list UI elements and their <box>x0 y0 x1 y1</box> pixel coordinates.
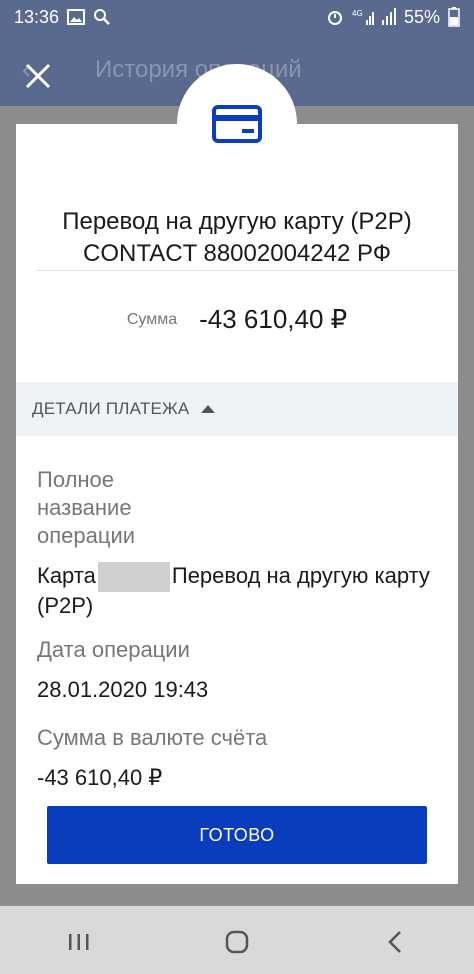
amount-row: Сумма -43 610,40 ₽ <box>16 304 458 335</box>
full-name-field: Полное название операции <box>37 466 437 550</box>
close-icon <box>25 63 51 89</box>
recents-icon <box>69 934 89 950</box>
operation-title-line1: Перевод на другую карту (P2P) <box>62 208 412 235</box>
amount-label: Сумма <box>126 310 178 328</box>
card-icon-circle <box>177 64 297 184</box>
full-name-value: Карта Перевод на другую карту (P2P) <box>37 562 437 620</box>
close-button[interactable] <box>18 56 58 96</box>
image-icon <box>67 9 86 25</box>
signal-icon <box>381 8 396 26</box>
battery-percent: 55% <box>403 6 440 27</box>
back-button[interactable] <box>365 912 425 972</box>
back-icon <box>388 931 401 953</box>
battery-icon <box>448 7 460 27</box>
full-name-label: Полное название операции <box>37 467 136 548</box>
search-icon <box>93 8 111 26</box>
operation-title-line2: CONTACT 88002004242 РФ <box>83 240 391 267</box>
status-time: 13:36 <box>14 6 60 27</box>
svg-text:4G: 4G <box>352 9 363 18</box>
system-nav-bar <box>0 910 474 974</box>
home-button[interactable] <box>207 912 267 972</box>
account-sum-field: Сумма в валюте счёта -43 610,40 ₽ <box>37 724 437 792</box>
date-field: Дата операции 28.01.2020 19:43 <box>37 636 437 704</box>
account-sum-value: -43 610,40 ₽ <box>37 765 163 790</box>
caret-up-icon <box>201 405 216 413</box>
date-value: 28.01.2020 19:43 <box>37 677 209 702</box>
done-button[interactable]: ГОТОВО <box>47 806 427 864</box>
status-bar: 13:36 4G 55% <box>0 0 474 34</box>
date-label: Дата операции <box>37 637 190 662</box>
account-sum-label: Сумма в валюте счёта <box>37 725 268 750</box>
payment-details-label: ДЕТАЛИ ПЛАТЕЖА <box>32 399 190 418</box>
recents-button[interactable] <box>49 912 109 972</box>
home-icon <box>225 930 249 954</box>
payment-details-toggle[interactable]: ДЕТАЛИ ПЛАТЕЖА <box>16 382 458 436</box>
credit-card-icon <box>212 105 262 143</box>
signal-4g-icon: 4G <box>352 8 374 26</box>
full-name-prefix: Карта <box>37 563 96 588</box>
redacted-card-number <box>97 562 170 593</box>
operation-title: Перевод на другую карту (P2P) CONTACT 88… <box>16 206 458 270</box>
divider <box>36 270 458 271</box>
amount-value: -43 610,40 ₽ <box>199 304 348 334</box>
alarm-icon <box>326 8 344 26</box>
